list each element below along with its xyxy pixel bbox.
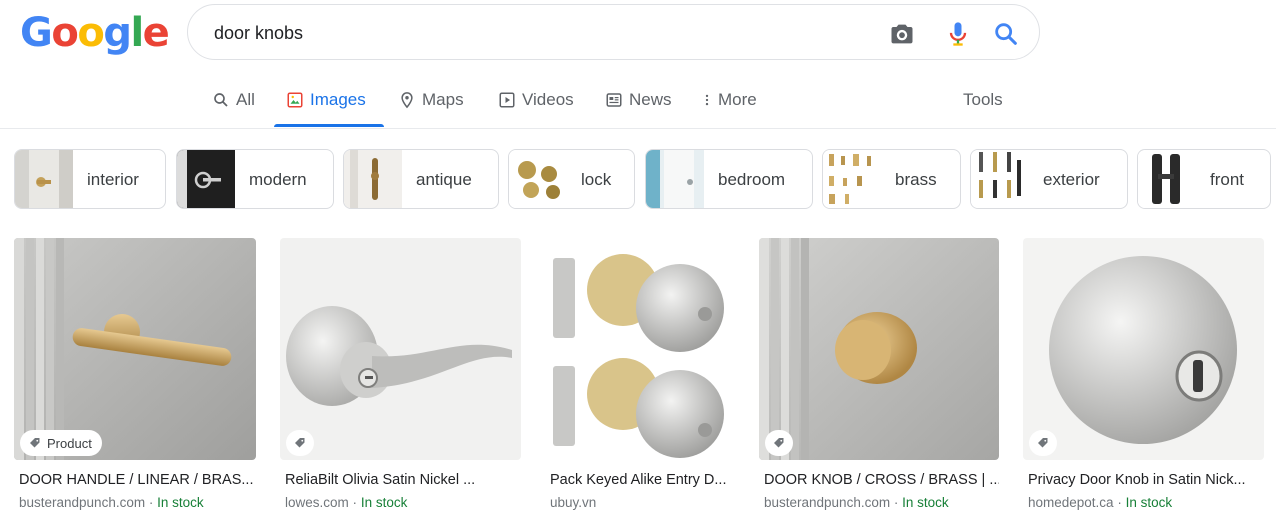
chip-label: modern [249,170,307,189]
chip-label: brass [895,170,937,189]
header-divider [0,128,1276,129]
chip-bedroom[interactable]: bedroom [645,149,813,209]
chip-exterior[interactable]: exterior [970,149,1128,209]
product-badge: Product [20,430,102,456]
tab-label: Images [310,90,366,109]
google-logo[interactable]: Google [20,10,170,56]
chip-thumbnail [1138,150,1196,208]
map-pin-icon [401,92,413,109]
product-badge [1029,430,1057,456]
chip-label: exterior [1043,170,1100,189]
tab-label: All [236,90,255,109]
play-icon [499,92,515,108]
chip-thumbnail [971,150,1029,208]
chip-label: front [1210,170,1245,189]
tag-icon [1038,438,1048,448]
separator: · [1117,495,1122,510]
tag-icon [30,438,40,448]
chip-brass[interactable]: brass [822,149,961,209]
tab-label: Videos [522,90,574,109]
search-box [187,4,1040,60]
tag-icon [774,438,784,448]
product-badge [765,430,793,456]
separator: · [352,495,358,510]
result-title[interactable]: Privacy Door Knob in Satin Nick... [1028,472,1264,488]
badge-label: Product [47,435,92,451]
search-icon[interactable] [992,20,1020,48]
chip-label: interior [87,170,139,189]
tools-button[interactable]: Tools [963,90,1003,110]
news-icon [606,93,622,107]
result-domain: lowes.com [285,495,349,510]
result-image[interactable] [14,238,256,460]
result-domain: homedepot.ca [1028,495,1114,510]
result-title[interactable]: DOOR HANDLE / LINEAR / BRAS... [19,472,255,488]
chip-interior[interactable]: interior [14,149,166,209]
result-image[interactable] [545,238,735,460]
stock-status: In stock [1125,495,1173,510]
chip-thumbnail [15,150,73,208]
chip-thumbnail [823,150,881,208]
tab-videos[interactable]: Videos [498,84,574,128]
chip-label: lock [581,170,612,189]
more-vert-icon [705,94,709,106]
result-title[interactable]: Pack Keyed Alike Entry D... [550,472,735,488]
chip-modern[interactable]: modern [176,149,334,209]
result-source: lowes.com · In stock [285,495,407,510]
search-icon [214,93,228,107]
result-image[interactable] [280,238,521,460]
chip-thumbnail [177,150,235,208]
separator: · [893,495,899,510]
tab-label: Maps [422,90,464,109]
tag-icon [295,438,305,448]
result-source: homedepot.ca · In stock [1028,495,1172,510]
chip-antique[interactable]: antique [343,149,499,209]
result-source: busterandpunch.com · In stock [764,495,949,510]
active-tab-indicator [274,124,384,127]
stock-status: In stock [360,495,408,510]
tab-maps[interactable]: Maps [398,84,464,128]
tab-label: More [718,90,757,109]
result-source: busterandpunch.com · In stock [19,495,204,510]
tab-more[interactable]: More [700,84,757,128]
image-icon [287,92,303,108]
tab-images[interactable]: Images [286,84,366,128]
result-domain: ubuy.vn [550,495,597,510]
stock-status: In stock [902,495,949,510]
search-input[interactable] [212,19,856,47]
chip-front[interactable]: front [1137,149,1271,209]
result-title[interactable]: ReliaBilt Olivia Satin Nickel ... [285,472,521,488]
tab-all[interactable]: All [212,84,255,128]
camera-icon[interactable] [888,20,916,48]
result-image[interactable] [759,238,999,460]
result-domain: busterandpunch.com [764,495,891,510]
tab-news[interactable]: News [605,84,672,128]
result-domain: busterandpunch.com [19,495,146,510]
chip-label: bedroom [718,170,786,189]
stock-status: In stock [157,495,204,510]
separator: · [148,495,154,510]
result-image[interactable] [1023,238,1264,460]
result-source: ubuy.vn [550,495,596,510]
tab-label: News [629,90,672,109]
chip-label: antique [416,170,472,189]
chip-lock[interactable]: lock [508,149,635,209]
product-badge [286,430,314,456]
chip-thumbnail [646,150,704,208]
microphone-icon[interactable] [944,20,972,48]
result-title[interactable]: DOOR KNOB / CROSS / BRASS | ... [764,472,999,488]
chip-thumbnail [509,150,567,208]
chip-thumbnail [344,150,402,208]
